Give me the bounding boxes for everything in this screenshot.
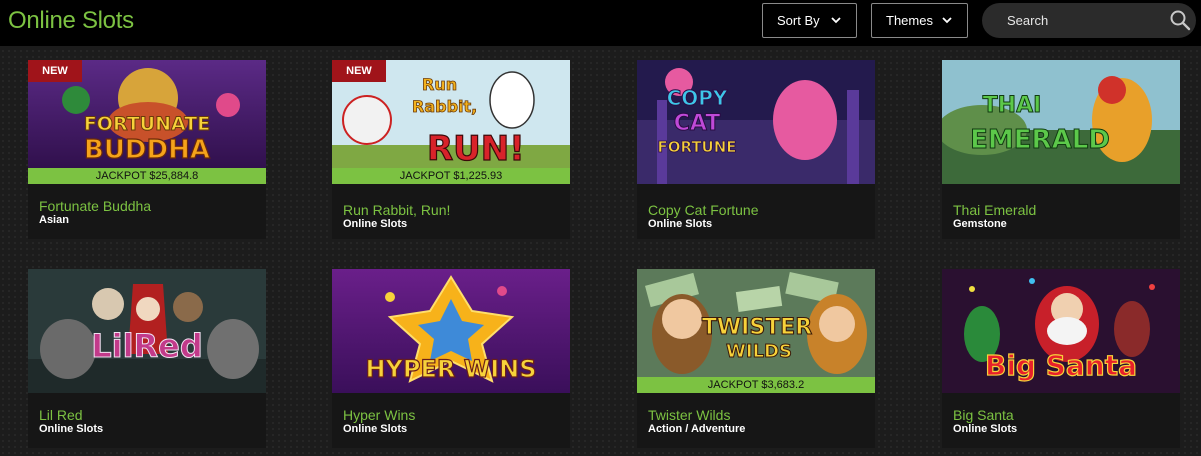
art-text: TWISTER [702, 315, 812, 340]
search-icon[interactable] [1169, 9, 1191, 31]
game-title[interactable]: Twister Wilds [648, 407, 730, 423]
search-input[interactable] [1007, 11, 1157, 29]
game-title[interactable]: Run Rabbit, Run! [343, 202, 450, 218]
game-card-fortunate-buddha[interactable]: FORTUNATE BUDDHA NEW JACKPOT $25,884.8 F… [28, 60, 266, 239]
jackpot-banner: JACKPOT $25,884.8 [28, 168, 266, 184]
hyper-wins-artwork: HYPER WINS [332, 269, 570, 393]
game-category: Asian [39, 214, 69, 226]
game-card-big-santa[interactable]: Big Santa Big Santa Online Slots [942, 269, 1180, 448]
new-badge: NEW [332, 60, 386, 82]
game-title[interactable]: Lil Red [39, 407, 83, 423]
copy-cat-fortune-artwork: COPY CAT FORTUNE [637, 60, 875, 184]
game-category: Action / Adventure [648, 423, 746, 435]
game-thumbnail[interactable]: TWISTER WILDS JACKPOT $3,683.2 [637, 269, 875, 393]
art-text: Big Santa [985, 349, 1137, 382]
art-text: LilRed [91, 327, 203, 365]
game-category: Online Slots [953, 423, 1018, 435]
sort-by-label: Sort By [777, 13, 820, 28]
art-text: EMERALD [970, 125, 1110, 155]
game-thumbnail[interactable]: Big Santa [942, 269, 1180, 393]
sort-by-dropdown[interactable]: Sort By [762, 3, 857, 38]
game-thumbnail[interactable]: Run Rabbit, RUN! NEW JACKPOT $1,225.93 [332, 60, 570, 184]
game-thumbnail[interactable]: FORTUNATE BUDDHA NEW JACKPOT $25,884.8 [28, 60, 266, 184]
game-category: Gemstone [953, 218, 1007, 230]
game-category: Online Slots [39, 423, 104, 435]
game-card-thai-emerald[interactable]: THAI EMERALD Thai Emerald Gemstone [942, 60, 1180, 239]
art-text: Run [422, 75, 457, 94]
game-card-hyper-wins[interactable]: HYPER WINS Hyper Wins Online Slots [332, 269, 570, 448]
game-category: Online Slots [343, 423, 408, 435]
game-title[interactable]: Copy Cat Fortune [648, 202, 759, 218]
new-badge: NEW [28, 60, 82, 82]
game-card-copy-cat-fortune[interactable]: COPY CAT FORTUNE Copy Cat Fortune Online… [637, 60, 875, 239]
big-santa-artwork: Big Santa [942, 269, 1180, 393]
game-thumbnail[interactable]: HYPER WINS [332, 269, 570, 393]
thai-emerald-artwork: THAI EMERALD [942, 60, 1180, 184]
top-bar: Online Slots Sort By Themes [0, 0, 1201, 46]
chevron-down-icon [942, 17, 952, 24]
game-card-twister-wilds[interactable]: TWISTER WILDS JACKPOT $3,683.2 Twister W… [637, 269, 875, 448]
game-title[interactable]: Big Santa [953, 407, 1014, 423]
themes-label: Themes [886, 13, 933, 28]
art-text: HYPER WINS [365, 355, 536, 383]
art-text: FORTUNATE [84, 113, 210, 135]
game-thumbnail[interactable]: LilRed [28, 269, 266, 393]
game-thumbnail[interactable]: COPY CAT FORTUNE [637, 60, 875, 184]
chevron-down-icon [831, 17, 841, 24]
art-text: WILDS [726, 341, 792, 362]
jackpot-banner: JACKPOT $3,683.2 [637, 377, 875, 393]
game-category: Online Slots [648, 218, 713, 230]
game-title[interactable]: Hyper Wins [343, 407, 415, 423]
game-thumbnail[interactable]: THAI EMERALD [942, 60, 1180, 184]
art-text: BUDDHA [84, 135, 210, 165]
page-title: Online Slots [8, 7, 134, 34]
game-title[interactable]: Thai Emerald [953, 202, 1036, 218]
art-text: THAI [983, 93, 1042, 118]
art-text: RUN! [427, 129, 525, 169]
twister-wilds-artwork: TWISTER WILDS [637, 269, 875, 393]
themes-dropdown[interactable]: Themes [871, 3, 968, 38]
jackpot-banner: JACKPOT $1,225.93 [332, 168, 570, 184]
lil-red-artwork: LilRed [28, 269, 266, 393]
art-text: COPY [667, 86, 728, 110]
game-category: Online Slots [343, 218, 408, 230]
search-box[interactable] [982, 3, 1196, 38]
art-text: CAT [674, 111, 720, 136]
game-card-lil-red[interactable]: LilRed Lil Red Online Slots [28, 269, 266, 448]
art-text: Rabbit, [412, 97, 477, 116]
art-text: FORTUNE [657, 138, 736, 156]
game-card-run-rabbit-run[interactable]: Run Rabbit, RUN! NEW JACKPOT $1,225.93 R… [332, 60, 570, 239]
game-title[interactable]: Fortunate Buddha [39, 198, 151, 214]
